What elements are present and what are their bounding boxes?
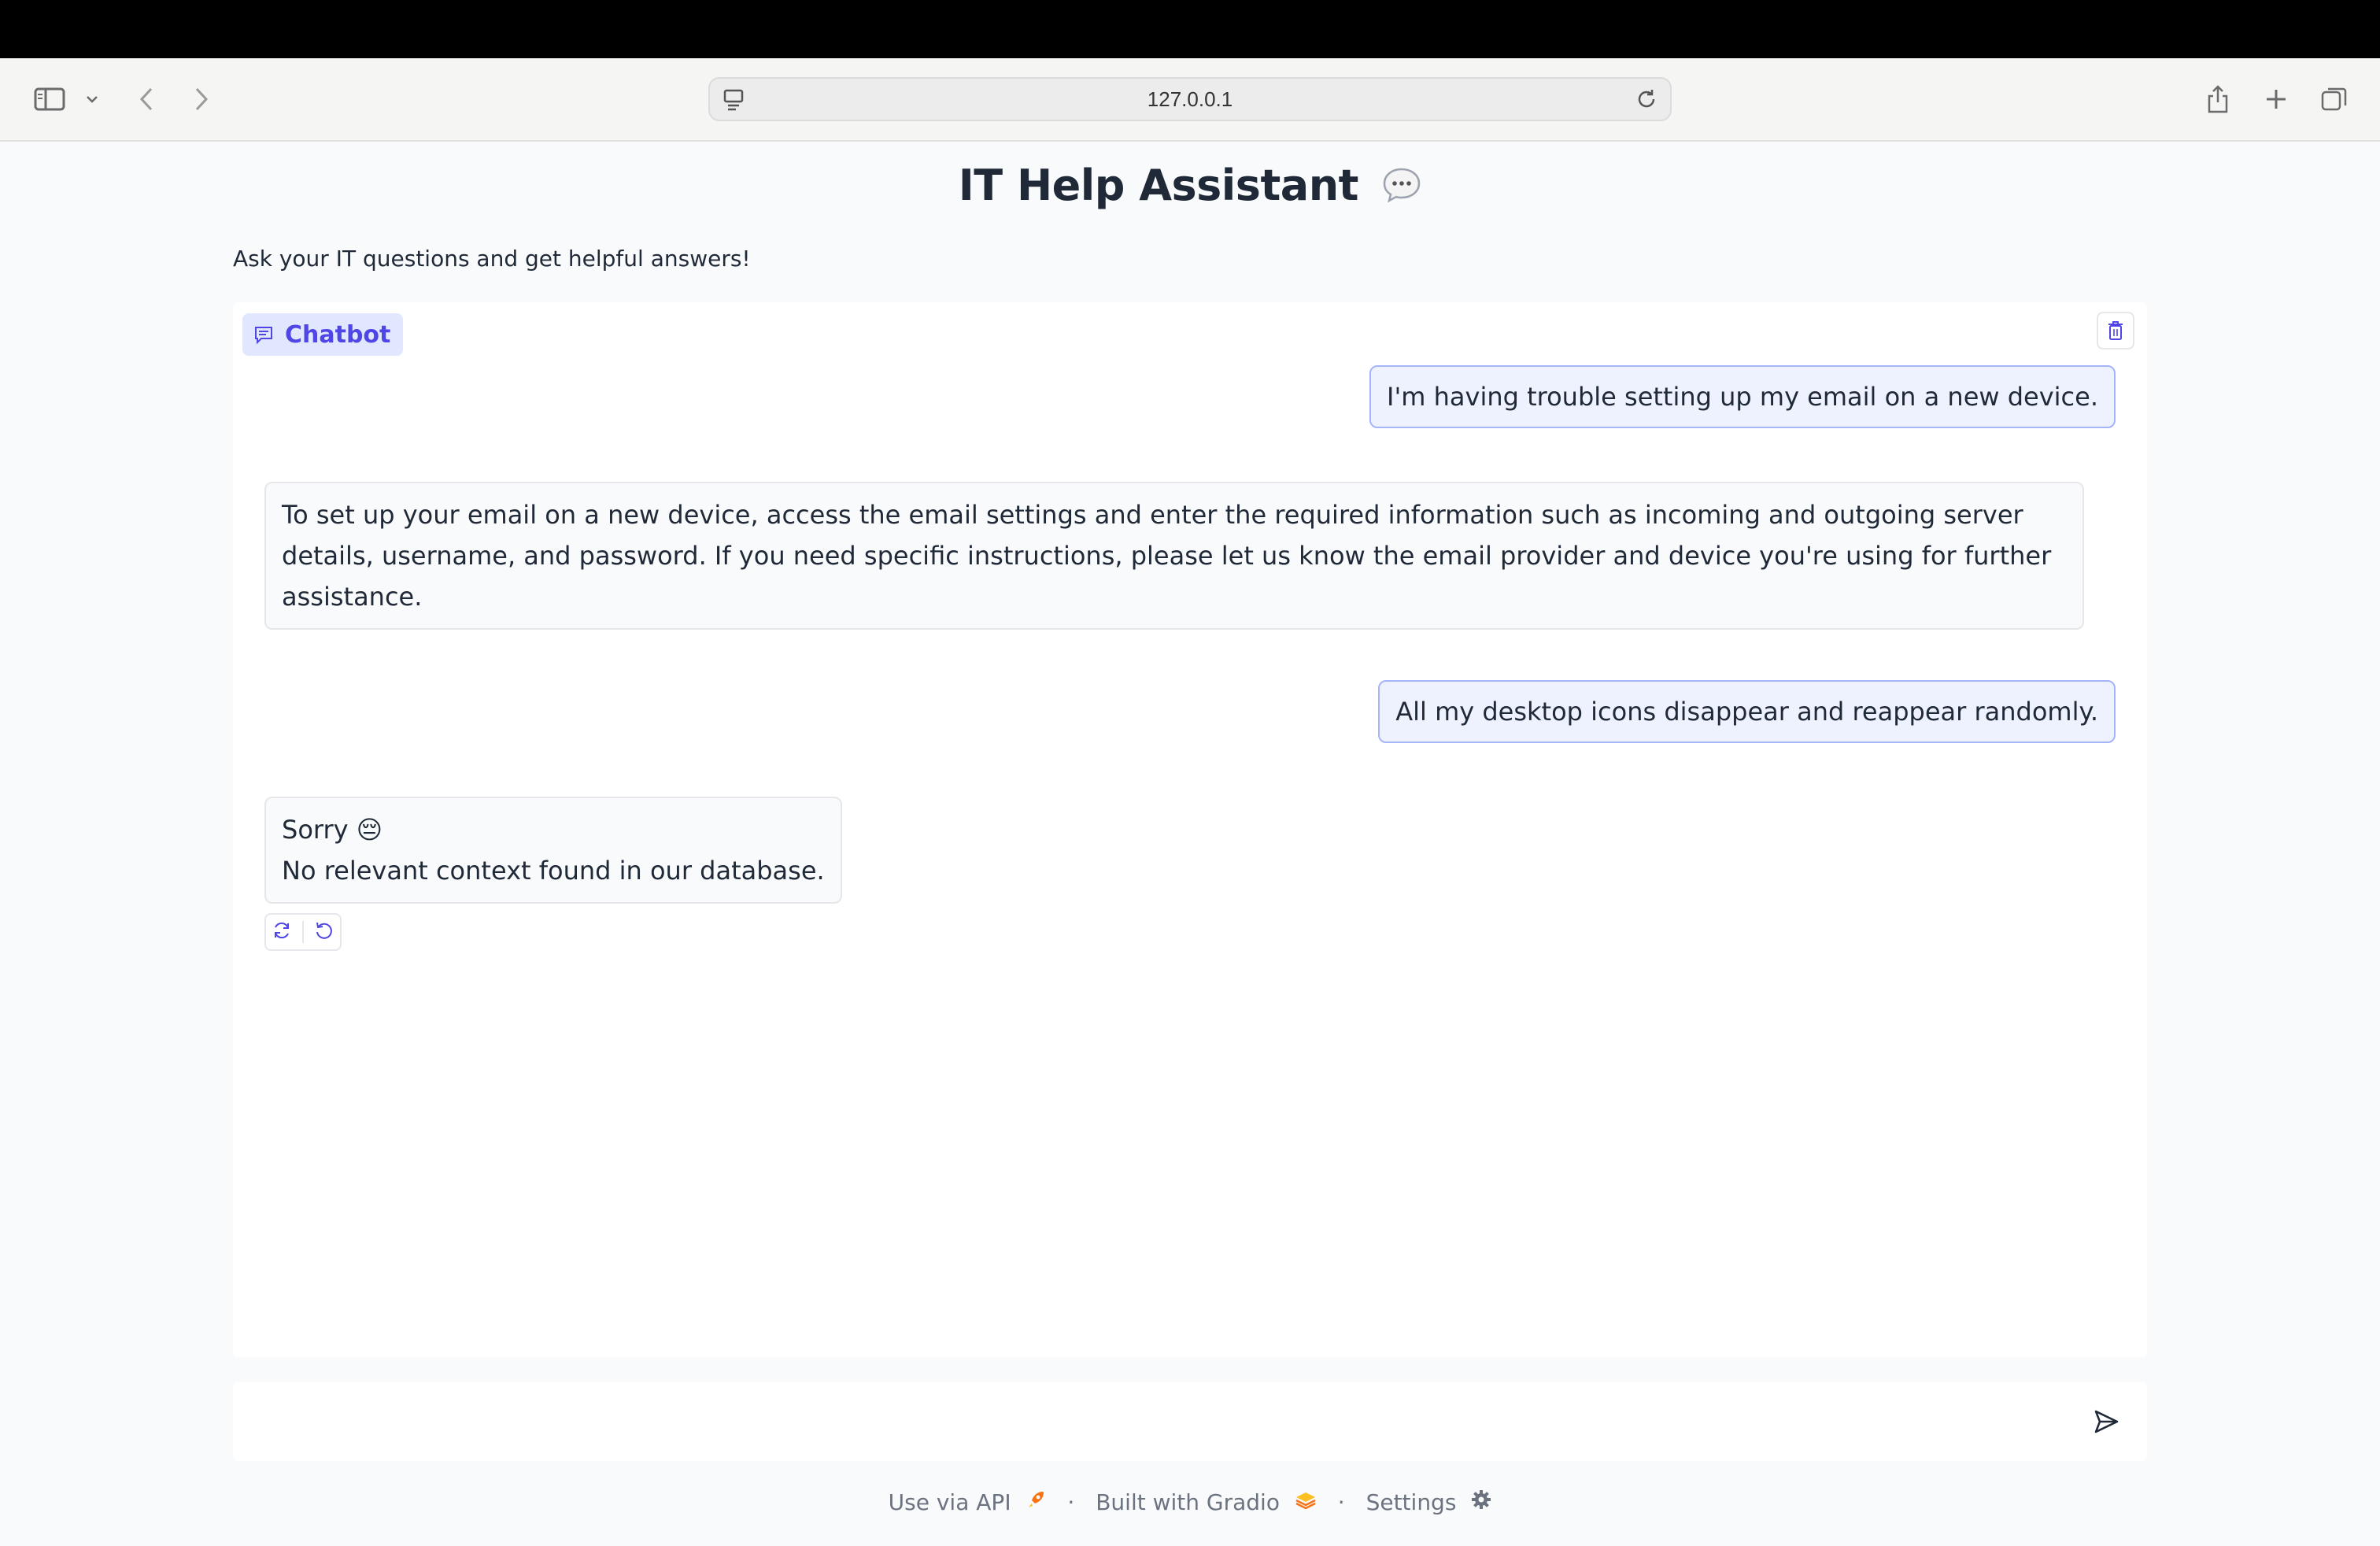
settings-link[interactable]: Settings — [1366, 1489, 1492, 1516]
sidebar-toggle-icon[interactable] — [30, 79, 69, 120]
built-with-gradio-link[interactable]: Built with Gradio — [1096, 1489, 1317, 1516]
use-api-link[interactable]: Use via API — [888, 1489, 1047, 1516]
bot-message-line: Sorry 😔 — [282, 815, 383, 845]
footer: Use via API · Built with Gradio · Settin… — [0, 1488, 2380, 1515]
trash-icon — [2108, 321, 2123, 340]
message-actions — [264, 913, 342, 951]
page-title: IT Help Assistant — [0, 161, 2380, 213]
chat-icon — [255, 327, 272, 345]
bot-message: To set up your email on a new device, ac… — [264, 482, 2084, 630]
retry-icon[interactable] — [272, 920, 292, 944]
use-api-label: Use via API — [888, 1489, 1011, 1516]
page-subtitle: Ask your IT questions and get helpful an… — [233, 246, 751, 272]
gradio-logo-icon — [1295, 1489, 1317, 1515]
share-icon[interactable] — [2201, 79, 2235, 120]
address-bar[interactable]: 127.0.0.1 — [708, 77, 1672, 121]
message-input[interactable] — [252, 1398, 2062, 1445]
tab-overview-icon[interactable] — [2317, 79, 2352, 120]
divider — [301, 921, 304, 943]
user-message: I'm having trouble setting up my email o… — [1369, 365, 2116, 428]
settings-label: Settings — [1366, 1489, 1457, 1516]
send-button[interactable] — [2089, 1404, 2123, 1439]
bot-message: Sorry 😔 No relevant context found in our… — [264, 797, 842, 904]
footer-separator: · — [1067, 1489, 1075, 1515]
chatbot-label: Chatbot — [242, 313, 404, 356]
chatbot-label-text: Chatbot — [285, 320, 391, 349]
chevron-down-icon[interactable] — [80, 79, 104, 120]
undo-icon[interactable] — [314, 920, 334, 944]
back-icon[interactable] — [131, 79, 162, 120]
send-icon — [2094, 1410, 2119, 1433]
clear-chat-button[interactable] — [2097, 312, 2134, 350]
gear-icon — [1471, 1489, 1491, 1515]
bot-message-line: No relevant context found in our databas… — [282, 856, 825, 886]
browser-toolbar: 127.0.0.1 — [0, 58, 2380, 142]
rocket-icon — [1026, 1489, 1046, 1515]
user-message: All my desktop icons disappear and reapp… — [1378, 680, 2116, 743]
message-input-row — [233, 1382, 2147, 1461]
url-text: 127.0.0.1 — [1147, 87, 1233, 111]
reload-icon[interactable] — [1634, 87, 1659, 115]
speech-bubble-icon — [1382, 164, 1421, 213]
built-with-gradio-label: Built with Gradio — [1096, 1489, 1280, 1516]
menu-bar — [0, 0, 2380, 58]
footer-separator: · — [1337, 1489, 1345, 1515]
page-title-text: IT Help Assistant — [958, 161, 1359, 210]
forward-icon[interactable] — [186, 79, 217, 120]
chatbot-panel: Chatbot I'm having trouble setting up my… — [233, 302, 2147, 1357]
new-tab-icon[interactable] — [2259, 79, 2293, 120]
